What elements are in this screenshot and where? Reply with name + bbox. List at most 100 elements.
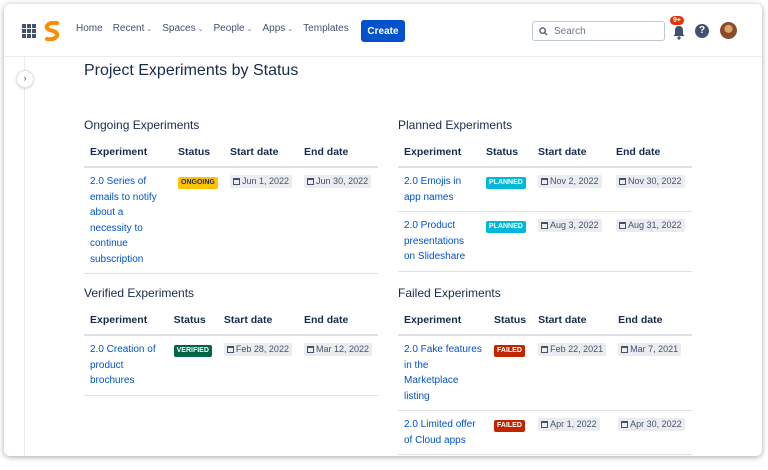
date-text: Aug 3, 2022: [550, 220, 599, 230]
date-chip: Jun 30, 2022: [304, 175, 372, 188]
column-header: Experiment: [84, 308, 168, 336]
column-header: Start date: [532, 308, 613, 336]
notifications-bell-icon[interactable]: [672, 24, 686, 40]
date-text: Apr 30, 2022: [630, 419, 682, 429]
nav-recent[interactable]: Recent ⌄: [113, 23, 153, 34]
status-cell: FAILED: [488, 410, 533, 455]
table-row: 2.0 Fake features in the Marketplace lis…: [398, 335, 692, 411]
planned-section: Planned Experiments Experiment Status St…: [398, 118, 692, 272]
experiment-link[interactable]: 2.0 Limited offer of Cloud apps: [404, 419, 476, 446]
end-date-cell: Jun 30, 2022: [298, 167, 378, 274]
column-header: End date: [298, 140, 378, 168]
date-chip: Nov 30, 2022: [616, 175, 685, 188]
start-date-cell: Nov 2, 2022: [532, 167, 610, 212]
nav-apps[interactable]: Apps ⌄: [263, 23, 294, 34]
table-header-row: Experiment Status Start date End date: [398, 308, 692, 336]
nav-spaces[interactable]: Spaces ⌄: [162, 23, 203, 34]
help-icon[interactable]: ?: [695, 24, 709, 38]
status-cell: FAILED: [488, 335, 533, 411]
sidebar-divider: [24, 56, 25, 456]
start-date-cell: Aug 3, 2022: [532, 211, 610, 272]
failed-heading: Failed Experiments: [398, 286, 501, 300]
end-date-cell: Apr 30, 2022: [612, 410, 692, 455]
confluence-logo-icon[interactable]: [44, 21, 60, 41]
column-header: Start date: [224, 140, 299, 168]
column-header: Status: [480, 140, 532, 168]
avatar[interactable]: [720, 22, 737, 39]
calendar-icon: [541, 222, 548, 229]
planned-heading: Planned Experiments: [398, 118, 513, 132]
end-date-cell: Mar 12, 2022: [297, 335, 378, 396]
date-chip: Nov 2, 2022: [538, 175, 602, 188]
table-row: 2.0 Creation of product brochures VERIFI…: [84, 335, 378, 396]
calendar-icon: [541, 178, 548, 185]
primary-nav: Home Recent ⌄ Spaces ⌄ People ⌄ Apps ⌄ Templ…: [76, 23, 359, 34]
end-date-cell: Mar 7, 2021: [612, 335, 692, 411]
experiment-cell: 2.0 Fake features in the Marketplace lis…: [398, 335, 488, 411]
column-header: Experiment: [398, 308, 488, 336]
experiment-cell: 2.0 Product presentations on Slideshare: [398, 211, 480, 272]
planned-table: Experiment Status Start date End date 2.…: [398, 140, 692, 272]
column-header: Experiment: [398, 140, 480, 168]
date-chip: Aug 31, 2022: [616, 219, 685, 232]
status-cell: ONGOING: [172, 167, 224, 274]
nav-templates-label: Templates: [303, 23, 349, 34]
top-navigation: Home Recent ⌄ Spaces ⌄ People ⌄ Apps ⌄ Templ…: [4, 4, 762, 57]
chevron-down-icon: ⌄: [146, 25, 153, 33]
verified-heading: Verified Experiments: [84, 286, 195, 300]
search-icon: [539, 26, 548, 36]
nav-templates[interactable]: Templates: [303, 23, 349, 34]
status-cell: PLANNED: [480, 211, 532, 272]
calendar-icon: [621, 421, 629, 428]
experiment-cell: 2.0 Limited offer of Cloud apps: [398, 410, 488, 455]
experiment-link[interactable]: 2.0 Creation of product brochures: [90, 344, 156, 386]
app-switcher-icon[interactable]: [22, 24, 36, 38]
nav-recent-label: Recent: [112, 23, 145, 34]
experiment-link[interactable]: 2.0 Product presentations on Slideshare: [404, 220, 465, 262]
experiment-link[interactable]: 2.0 Fake features in the Marketplace lis…: [404, 344, 482, 402]
date-text: Nov 2, 2022: [550, 176, 599, 186]
chevron-down-icon: ⌄: [197, 25, 204, 33]
table-header-row: Experiment Status Start date End date: [84, 140, 378, 168]
page-title: Project Experiments by Status: [84, 62, 299, 79]
failed-table: Experiment Status Start date End date 2.…: [398, 308, 692, 455]
experiment-link[interactable]: 2.0 Series of emails to notify about a n…: [90, 176, 157, 265]
column-header: End date: [610, 140, 692, 168]
nav-home-label: Home: [76, 23, 103, 34]
calendar-icon: [541, 421, 549, 428]
column-header: End date: [297, 308, 378, 336]
column-header: Start date: [217, 308, 298, 336]
start-date-cell: Apr 1, 2022: [532, 410, 613, 455]
column-header: Status: [172, 140, 224, 168]
calendar-icon: [226, 346, 234, 353]
date-chip: Feb 22, 2021: [538, 343, 607, 356]
date-chip: Apr 1, 2022: [538, 418, 600, 431]
date-text: Aug 31, 2022: [628, 220, 682, 230]
experiment-cell: 2.0 Emojis in app names: [398, 167, 480, 212]
search-input[interactable]: Search: [532, 21, 665, 41]
create-button[interactable]: Create: [361, 20, 405, 42]
search-placeholder: Search: [554, 25, 586, 37]
table-row: 2.0 Product presentations on Slideshare …: [398, 211, 692, 272]
table-header-row: Experiment Status Start date End date: [84, 308, 378, 336]
expand-sidebar-chevron-icon[interactable]: ›: [16, 70, 34, 88]
date-chip: Jun 1, 2022: [230, 175, 293, 188]
column-header: Status: [488, 308, 533, 336]
start-date-cell: Feb 28, 2022: [217, 335, 298, 396]
ongoing-heading: Ongoing Experiments: [84, 118, 200, 132]
table-row: 2.0 Emojis in app names PLANNED Nov 2, 2…: [398, 167, 692, 212]
status-cell: PLANNED: [480, 167, 532, 212]
start-date-cell: Jun 1, 2022: [224, 167, 299, 274]
end-date-cell: Aug 31, 2022: [610, 211, 692, 272]
status-cell: VERIFIED: [167, 335, 218, 396]
nav-home[interactable]: Home: [76, 23, 103, 34]
date-text: Jun 1, 2022: [242, 176, 290, 186]
date-chip: Feb 28, 2022: [223, 343, 292, 356]
nav-spaces-label: Spaces: [162, 23, 196, 34]
date-text: Feb 28, 2022: [235, 344, 289, 354]
status-badge: FAILED: [494, 420, 525, 432]
column-header: Start date: [532, 140, 610, 168]
experiment-link[interactable]: 2.0 Emojis in app names: [404, 176, 461, 203]
nav-people[interactable]: People ⌄: [213, 23, 252, 34]
start-date-cell: Feb 22, 2021: [532, 335, 613, 411]
